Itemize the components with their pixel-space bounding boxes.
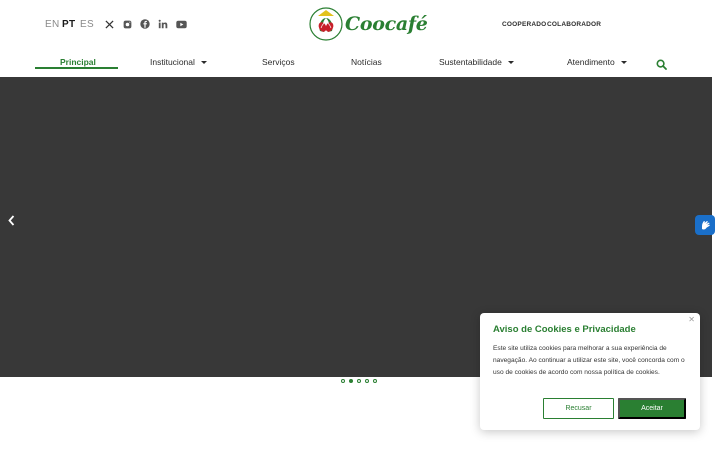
slider-pagination	[341, 379, 377, 383]
coocafe-logo-mark	[309, 7, 343, 41]
decline-button[interactable]: Recusar	[543, 398, 614, 419]
caret-down-icon	[200, 60, 207, 64]
nav-item-label: Institucional	[150, 57, 195, 67]
caret-down-icon	[507, 60, 514, 64]
nav-item-label: Atendimento	[567, 57, 615, 67]
nav-item-label: Sustentabilidade	[439, 57, 502, 67]
instagram-icon[interactable]	[121, 18, 133, 30]
nav-item-label: Serviços	[262, 57, 295, 67]
logo-wordmark: Coocafé	[345, 13, 428, 35]
colaborador-link[interactable]: COLABORADOR	[547, 21, 601, 28]
slider-dot[interactable]	[341, 379, 345, 383]
slider-dot[interactable]	[365, 379, 369, 383]
sign-language-icon[interactable]	[695, 215, 715, 235]
language-es[interactable]: ES	[80, 19, 94, 30]
slider-dot[interactable]	[357, 379, 361, 383]
language-pt[interactable]: PT	[62, 19, 75, 30]
facebook-icon[interactable]	[139, 18, 151, 30]
nav-item-servicos[interactable]: Serviços	[262, 57, 295, 67]
nav-item-noticias[interactable]: Notícias	[351, 57, 382, 67]
cookie-notice: ✕ Aviso de Cookies e Privacidade Este si…	[480, 313, 700, 430]
slider-dot[interactable]	[373, 379, 377, 383]
language-en[interactable]: EN	[45, 19, 60, 30]
cooperado-link[interactable]: COOPERADO	[502, 21, 546, 28]
nav-item-principal[interactable]: Principal	[60, 57, 96, 67]
accept-button[interactable]: Aceitar	[618, 398, 686, 419]
cookie-notice-text: Este site utiliza cookies para melhorar …	[493, 345, 685, 376]
nav-item-atendimento[interactable]: Atendimento	[567, 57, 627, 67]
close-icon[interactable]: ✕	[688, 315, 695, 324]
nav-item-label: Principal	[60, 57, 96, 67]
active-nav-indicator	[35, 67, 118, 69]
cookie-notice-title: Aviso de Cookies e Privacidade	[493, 324, 636, 335]
search-icon[interactable]	[656, 57, 668, 70]
youtube-icon[interactable]	[175, 18, 187, 30]
coocafe-logo[interactable]: Coocafé	[309, 7, 428, 41]
nav-item-label: Notícias	[351, 57, 382, 67]
nav-item-institucional[interactable]: Institucional	[150, 57, 207, 67]
chevron-left-icon[interactable]	[5, 213, 17, 227]
caret-down-icon	[620, 60, 627, 64]
linkedin-icon[interactable]	[157, 18, 169, 30]
x-icon[interactable]	[103, 18, 115, 30]
nav-item-sustentabilidade[interactable]: Sustentabilidade	[439, 57, 514, 67]
slider-dot-active[interactable]	[349, 379, 353, 383]
